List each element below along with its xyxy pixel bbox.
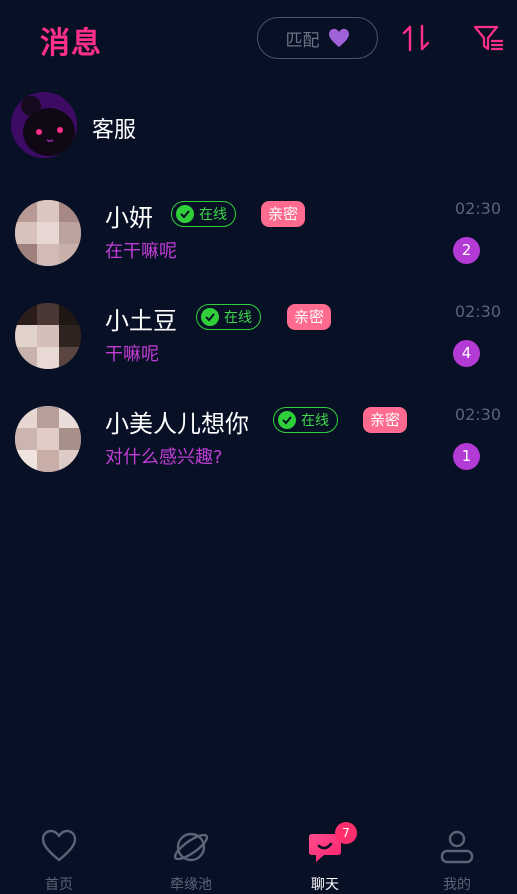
last-message: 干嘛呢 (105, 344, 159, 365)
online-label: 在线 (301, 413, 329, 429)
avatar (11, 92, 77, 158)
message-time: 02:30 (454, 302, 501, 321)
unread-count: 4 (453, 340, 480, 367)
message-time: 02:30 (454, 199, 501, 218)
contact-name: 小土豆 (105, 307, 177, 335)
filter-icon[interactable] (472, 22, 504, 54)
conversation-item[interactable]: 小土豆 在线 亲密 干嘛呢 02:30 4 (0, 302, 517, 403)
tab-home[interactable]: 首页 (14, 820, 104, 893)
tab-label: 首页 (45, 877, 73, 893)
header: 消息 匹配 (0, 0, 517, 80)
profile-icon (440, 830, 474, 864)
check-icon (176, 205, 194, 223)
avatar (15, 406, 81, 472)
bottom-tab-bar: 首页 牵缘池 7 聊天 我的 (0, 820, 517, 893)
unread-total-badge: 7 (335, 822, 357, 844)
last-message: 在干嘛呢 (105, 241, 177, 262)
unread-count: 2 (453, 237, 480, 264)
message-time: 02:30 (454, 405, 501, 424)
online-badge: 在线 (171, 201, 236, 227)
online-label: 在线 (224, 310, 252, 326)
contact-name: 小妍 (105, 204, 153, 232)
check-icon (201, 308, 219, 326)
avatar (15, 303, 81, 369)
contact-name: 小美人儿想你 (105, 410, 249, 438)
avatar (15, 200, 81, 266)
online-badge: 在线 (196, 304, 261, 330)
tab-label: 聊天 (311, 877, 339, 893)
online-label: 在线 (199, 207, 227, 223)
customer-service-name: 客服 (92, 118, 137, 143)
tab-profile[interactable]: 我的 (412, 820, 502, 893)
unread-count: 1 (453, 443, 480, 470)
intimate-badge: 亲密 (261, 201, 306, 227)
heart-icon (328, 28, 349, 48)
sort-arrows-icon[interactable] (400, 22, 432, 54)
check-icon (278, 411, 296, 429)
last-message: 对什么感兴趣? (105, 447, 223, 468)
conversation-item[interactable]: 小美人儿想你 在线 亲密 对什么感兴趣? 02:30 1 (0, 405, 517, 506)
page-title: 消息 (40, 26, 102, 61)
tab-label: 牵缘池 (170, 877, 212, 893)
tab-pool[interactable]: 牵缘池 (146, 820, 236, 893)
tab-chat[interactable]: 7 聊天 (280, 820, 370, 893)
conversation-item[interactable]: 小妍 在线 亲密 在干嘛呢 02:30 2 (0, 199, 517, 300)
intimate-badge: 亲密 (287, 304, 332, 330)
customer-service-row[interactable]: 客服 (0, 88, 517, 168)
match-button[interactable]: 匹配 (257, 17, 378, 59)
intimate-badge: 亲密 (363, 407, 408, 433)
tab-label: 我的 (443, 877, 471, 893)
heart-icon (41, 829, 77, 862)
online-badge: 在线 (273, 407, 338, 433)
match-label: 匹配 (285, 30, 320, 51)
planet-icon (173, 832, 209, 862)
